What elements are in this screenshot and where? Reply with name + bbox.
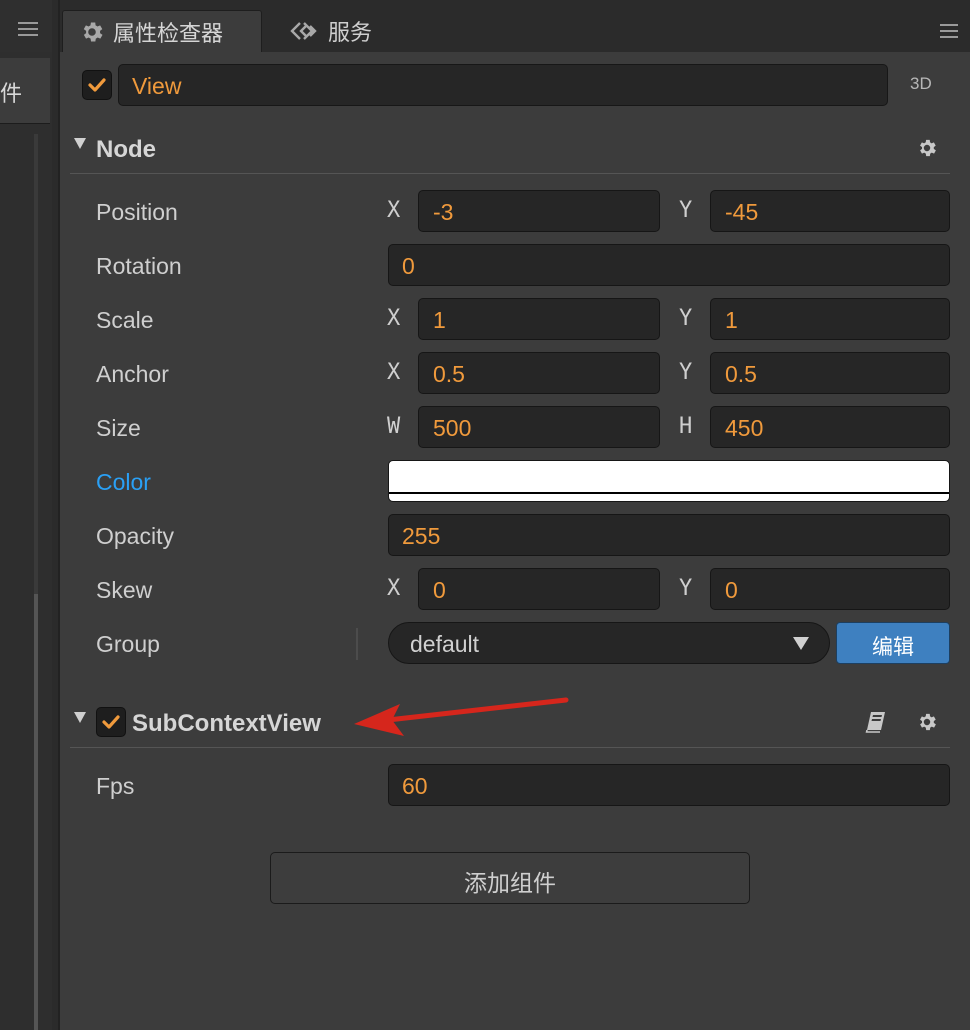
- node-active-checkbox[interactable]: [82, 70, 112, 100]
- checkmark-icon: [102, 715, 120, 729]
- left-panel-menu-icon[interactable]: [18, 22, 38, 36]
- left-panel-scrollbar-thumb[interactable]: [34, 594, 38, 1030]
- anchor-y-input[interactable]: 0.5: [710, 352, 950, 394]
- size-h-axis-label: H: [679, 414, 693, 439]
- tab-services-label: 服务: [328, 20, 373, 45]
- tab-services[interactable]: 服务: [274, 10, 404, 52]
- left-panel-tab-label: 件: [0, 81, 23, 106]
- left-panel-tab[interactable]: 件: [0, 58, 50, 124]
- rotation-input[interactable]: 0: [388, 244, 950, 286]
- checkmark-icon: [88, 78, 106, 92]
- color-swatch[interactable]: [388, 460, 950, 502]
- group-select[interactable]: default: [388, 622, 830, 664]
- node-section-header[interactable]: Node: [70, 124, 950, 174]
- group-select-value: default: [410, 631, 480, 657]
- position-y-input[interactable]: -45: [710, 190, 950, 232]
- collapse-arrow-icon[interactable]: [74, 138, 86, 149]
- subcontextview-section-title: SubContextView: [132, 710, 321, 737]
- scale-label: Scale: [96, 307, 154, 333]
- group-label: Group: [96, 631, 160, 657]
- position-y-axis-label: Y: [679, 198, 693, 223]
- services-icon: [290, 22, 317, 40]
- annotation-arrow: [354, 697, 569, 736]
- anchor-label: Anchor: [96, 361, 169, 387]
- fps-label: Fps: [96, 773, 135, 799]
- scale-y-axis-label: Y: [679, 306, 693, 331]
- tab-inspector[interactable]: 属性检查器: [62, 10, 262, 52]
- position-x-axis-label: X: [387, 198, 401, 223]
- skew-label: Skew: [96, 577, 153, 603]
- skew-y-axis-label: Y: [679, 576, 693, 601]
- group-edit-button[interactable]: 编辑: [836, 622, 950, 664]
- dropdown-arrow-icon: [793, 637, 809, 650]
- fps-input[interactable]: 60: [388, 764, 950, 806]
- skew-y-input[interactable]: 0: [710, 568, 950, 610]
- anchor-x-axis-label: X: [387, 360, 401, 385]
- skew-x-input[interactable]: 0: [418, 568, 660, 610]
- tab-inspector-label: 属性检查器: [113, 20, 224, 46]
- rotation-label: Rotation: [96, 253, 182, 279]
- color-label[interactable]: Color: [96, 469, 151, 496]
- opacity-input[interactable]: 255: [388, 514, 950, 556]
- size-w-axis-label: W: [387, 414, 401, 439]
- help-book-icon[interactable]: [864, 711, 888, 733]
- inspector-panel: 属性检查器 服务 View 3D Node Position X -3 Y -4…: [58, 0, 970, 1030]
- size-label: Size: [96, 415, 141, 441]
- component-settings-gear-icon[interactable]: [916, 711, 938, 733]
- add-component-button[interactable]: 添加组件: [270, 852, 750, 904]
- scale-x-axis-label: X: [387, 306, 401, 331]
- scale-y-input[interactable]: 1: [710, 298, 950, 340]
- node-name-input[interactable]: View: [118, 64, 888, 106]
- size-height-input[interactable]: 450: [710, 406, 950, 448]
- anchor-x-input[interactable]: 0.5: [418, 352, 660, 394]
- left-panel: 件: [0, 0, 52, 1030]
- color-alpha-bar: [389, 492, 949, 494]
- node-section-title: Node: [96, 136, 156, 163]
- mode-3d-toggle[interactable]: 3D: [910, 74, 932, 94]
- subcontextview-enabled-checkbox[interactable]: [96, 707, 126, 737]
- position-x-input[interactable]: -3: [418, 190, 660, 232]
- skew-x-axis-label: X: [387, 576, 401, 601]
- node-settings-gear-icon[interactable]: [916, 137, 938, 159]
- group-divider: [356, 628, 358, 660]
- panel-tab-bar: 属性检查器 服务: [60, 0, 970, 52]
- collapse-arrow-icon[interactable]: [74, 712, 86, 723]
- gear-icon: [83, 21, 103, 42]
- left-panel-topbar: [0, 0, 52, 52]
- panel-menu-icon[interactable]: [940, 24, 958, 38]
- opacity-label: Opacity: [96, 523, 174, 549]
- size-width-input[interactable]: 500: [418, 406, 660, 448]
- scale-x-input[interactable]: 1: [418, 298, 660, 340]
- anchor-y-axis-label: Y: [679, 360, 693, 385]
- position-label: Position: [96, 199, 178, 225]
